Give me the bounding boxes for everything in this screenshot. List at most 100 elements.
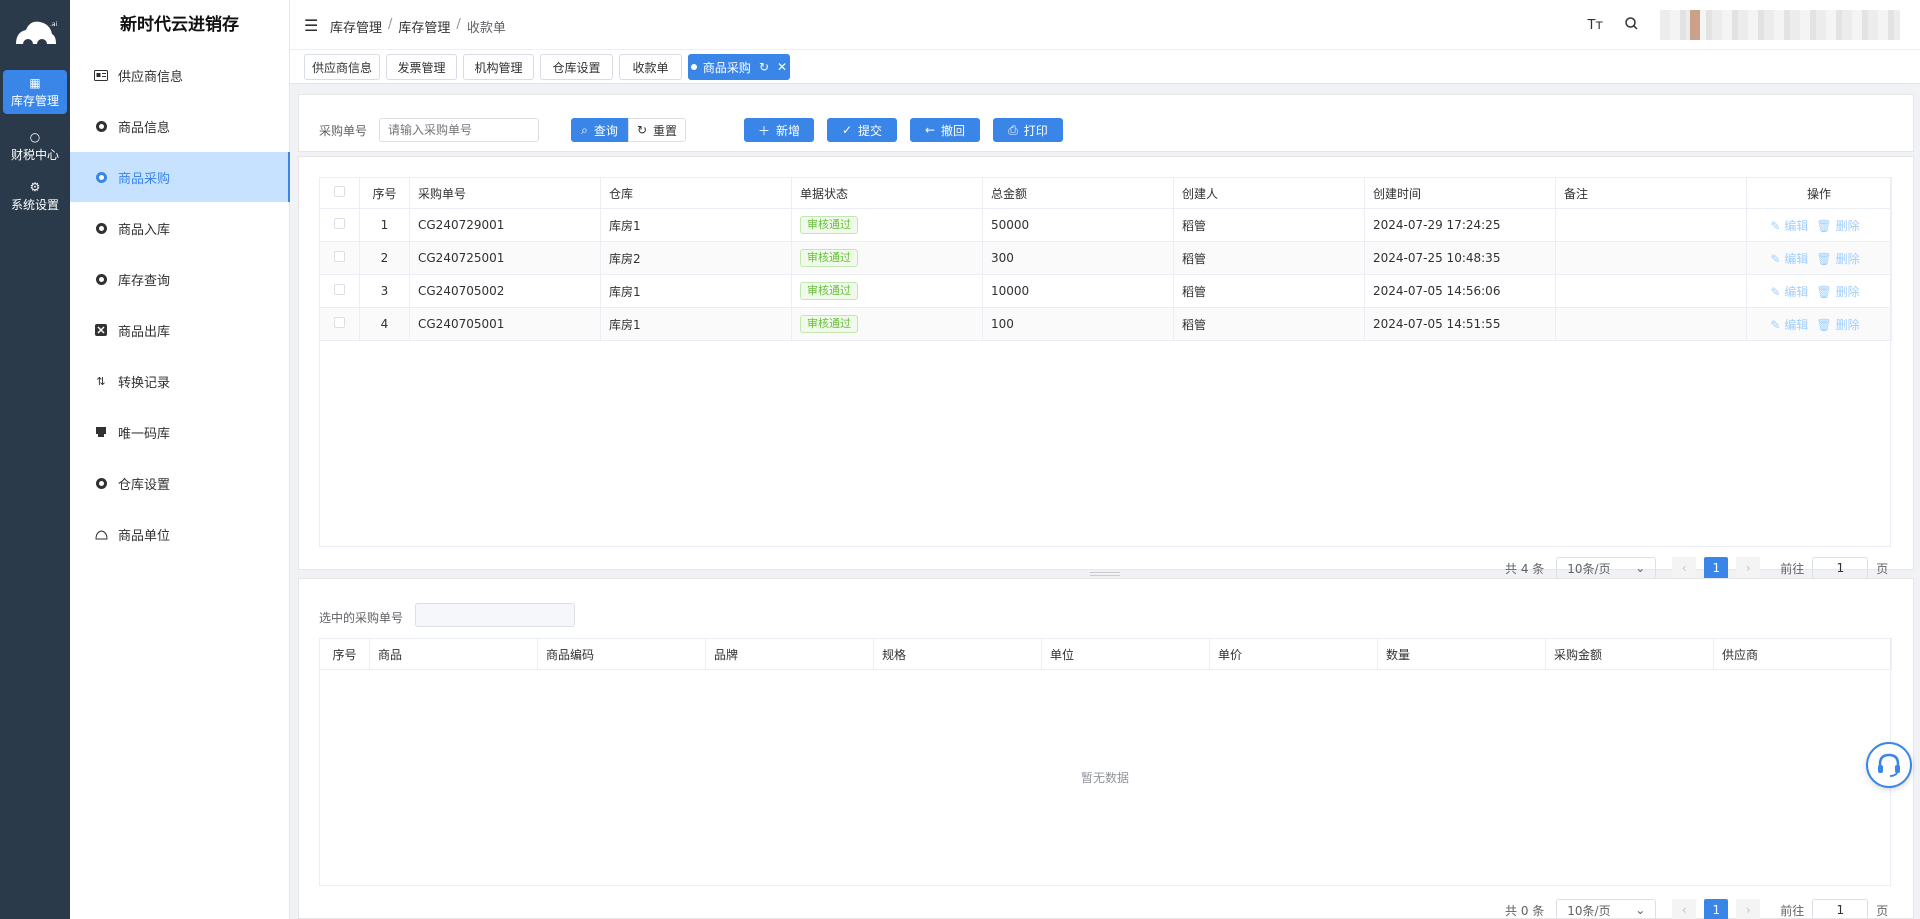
sidebar-item-stock-query[interactable]: 库存查询 xyxy=(70,254,290,304)
active-dot-icon xyxy=(690,64,697,70)
row-checkbox[interactable] xyxy=(334,284,345,295)
reset-button[interactable]: ↻ 重置 xyxy=(628,118,686,142)
select-all-checkbox[interactable] xyxy=(334,186,345,197)
sidebar-item-stock-in[interactable]: 商品入库 xyxy=(70,203,290,253)
hamburger-icon[interactable]: ☰ xyxy=(304,16,318,35)
goto-input[interactable]: 1 xyxy=(1812,557,1869,579)
delete-button[interactable]: 🗑 删除 xyxy=(1816,318,1859,332)
col-header: 序号 xyxy=(359,177,410,209)
sidebar-item-supplier[interactable]: 供应商信息 xyxy=(70,50,290,100)
cloud-logo-icon: .ai xyxy=(16,21,58,48)
goto-input[interactable]: 1 xyxy=(1812,899,1869,919)
table-row[interactable]: 2 CG240725001 库房2 审核通过 300 稻管 2024-07-25… xyxy=(319,241,1892,275)
tag-invoice[interactable]: 发票管理 xyxy=(386,54,457,80)
rail-item-settings[interactable]: ⚙ 系统设置 xyxy=(3,174,67,218)
row-checkbox[interactable] xyxy=(334,317,345,328)
order-no-label: 采购单号 xyxy=(319,124,368,138)
tag-purchase[interactable]: 商品采购 ↻ ✕ xyxy=(688,54,790,80)
edit-button[interactable]: ✎ 编辑 xyxy=(1770,252,1808,266)
submit-button[interactable]: ✓ 提交 xyxy=(827,118,897,142)
detail-panel: 选中的采购单号 序号 商品 商品编码 品牌 规格 单位 单价 数量 采购金额 供… xyxy=(298,578,1914,919)
rail-item-finance[interactable]: ○ 财税中心 xyxy=(3,124,67,168)
printer-icon: ⎙ xyxy=(1008,122,1018,137)
sidebar-item-unique-code[interactable]: 唯一码库 xyxy=(70,407,290,457)
status-badge: 审核通过 xyxy=(800,216,858,234)
delete-button[interactable]: 🗑 删除 xyxy=(1816,285,1859,299)
table-header-row: 序号 采购单号 仓库 单据状态 总金额 创建人 创建时间 备注 操作 xyxy=(319,177,1892,209)
goto-label: 前往 xyxy=(1780,903,1805,918)
search-icon[interactable] xyxy=(1625,16,1638,34)
edit-button[interactable]: ✎ 编辑 xyxy=(1770,219,1808,233)
col-header: 采购单号 xyxy=(409,177,601,209)
breadcrumb-item[interactable]: 库存管理 xyxy=(330,17,382,36)
trash-icon: 🗑 xyxy=(1816,218,1832,233)
prev-page-button[interactable]: ‹ xyxy=(1672,899,1697,919)
col-header: 操作 xyxy=(1746,177,1892,209)
detail-pagination: 共 0 条 10条/页 ⌄ ‹ 1 › 前往 1 页 xyxy=(1505,899,1888,919)
app-logo: .ai xyxy=(0,0,70,66)
resize-handle[interactable] xyxy=(1090,572,1120,576)
row-checkbox[interactable] xyxy=(334,218,345,229)
tag-supplier[interactable]: 供应商信息 xyxy=(304,54,380,80)
col-header: 规格 xyxy=(873,638,1042,670)
user-avatar[interactable] xyxy=(1660,10,1900,40)
edit-button[interactable]: ✎ 编辑 xyxy=(1770,318,1808,332)
table-row[interactable]: 4 CG240705001 库房1 审核通过 100 稻管 2024-07-05… xyxy=(319,307,1892,341)
delete-button[interactable]: 🗑 删除 xyxy=(1816,252,1859,266)
trash-icon: 🗑 xyxy=(1816,317,1832,332)
sidebar-item-warehouse[interactable]: 仓库设置 xyxy=(70,458,290,508)
table-row[interactable]: 3 CG240705002 库房1 审核通过 10000 稻管 2024-07-… xyxy=(319,274,1892,308)
sidebar-item-goods-info[interactable]: 商品信息 xyxy=(70,101,290,151)
print-button[interactable]: ⎙ 打印 xyxy=(993,118,1063,142)
revoke-button[interactable]: ← 撤回 xyxy=(910,118,980,142)
sidebar-item-unit[interactable]: 商品单位 xyxy=(70,509,290,559)
page-number[interactable]: 1 xyxy=(1704,557,1729,579)
order-no-input[interactable] xyxy=(379,118,539,142)
col-header: 数量 xyxy=(1377,638,1546,670)
tag-warehouse[interactable]: 仓库设置 xyxy=(540,54,613,80)
swap-icon: ⇅ xyxy=(96,374,106,388)
query-button[interactable]: ⌕ 查询 xyxy=(571,118,628,142)
sidebar-item-convert[interactable]: ⇅ 转换记录 xyxy=(70,356,290,406)
table-row[interactable]: 1 CG240729001 库房1 审核通过 50000 稻管 2024-07-… xyxy=(319,208,1892,242)
grid-icon: ▦ xyxy=(29,75,41,90)
refresh-icon[interactable]: ↻ xyxy=(759,60,769,74)
add-button[interactable]: ＋新增 xyxy=(744,118,814,142)
page-size-select[interactable]: 10条/页 ⌄ xyxy=(1556,557,1657,579)
edit-button[interactable]: ✎ 编辑 xyxy=(1770,285,1808,299)
tag-receipt[interactable]: 收款单 xyxy=(619,54,682,80)
selected-order-input[interactable] xyxy=(415,603,575,627)
close-icon[interactable]: ✕ xyxy=(777,60,787,74)
chevron-down-icon: ⌄ xyxy=(1635,903,1646,917)
tag-org[interactable]: 机构管理 xyxy=(463,54,534,80)
purchase-table: 序号 采购单号 仓库 单据状态 总金额 创建人 创建时间 备注 操作 1 CG2… xyxy=(319,177,1892,341)
row-checkbox[interactable] xyxy=(334,251,345,262)
circle-icon xyxy=(95,120,107,132)
next-page-button[interactable]: › xyxy=(1736,557,1761,579)
edit-icon: ✎ xyxy=(1770,317,1781,332)
customer-service-button[interactable] xyxy=(1866,742,1912,788)
page-size-select[interactable]: 10条/页 ⌄ xyxy=(1556,899,1657,919)
empty-text: 暂无数据 xyxy=(1081,771,1130,785)
col-header: 商品编码 xyxy=(537,638,706,670)
col-header: 序号 xyxy=(319,638,370,670)
total-count: 共 4 条 xyxy=(1505,561,1545,576)
sidebar-item-purchase[interactable]: 商品采购 xyxy=(70,152,290,202)
col-header: 单位 xyxy=(1041,638,1210,670)
col-header: 采购金额 xyxy=(1545,638,1714,670)
breadcrumb-item[interactable]: 库存管理 xyxy=(398,17,450,36)
sidebar-item-stock-out[interactable]: 商品出库 xyxy=(70,305,290,355)
rail-item-inventory[interactable]: ▦ 库存管理 xyxy=(3,70,67,114)
prev-page-button[interactable]: ‹ xyxy=(1672,557,1697,579)
search-icon: ⌕ xyxy=(581,122,588,137)
col-header: 供应商 xyxy=(1713,638,1892,670)
col-header: 单据状态 xyxy=(791,177,983,209)
delete-button[interactable]: 🗑 删除 xyxy=(1816,219,1859,233)
page-number[interactable]: 1 xyxy=(1704,899,1729,919)
circle-icon xyxy=(95,273,107,285)
col-header: 创建人 xyxy=(1173,177,1365,209)
next-page-button[interactable]: › xyxy=(1736,899,1761,919)
col-header: 商品 xyxy=(369,638,538,670)
tags-bar: 供应商信息 发票管理 机构管理 仓库设置 收款单 商品采购 ↻ ✕ xyxy=(290,50,1920,84)
font-size-icon[interactable]: Tт xyxy=(1587,18,1603,33)
